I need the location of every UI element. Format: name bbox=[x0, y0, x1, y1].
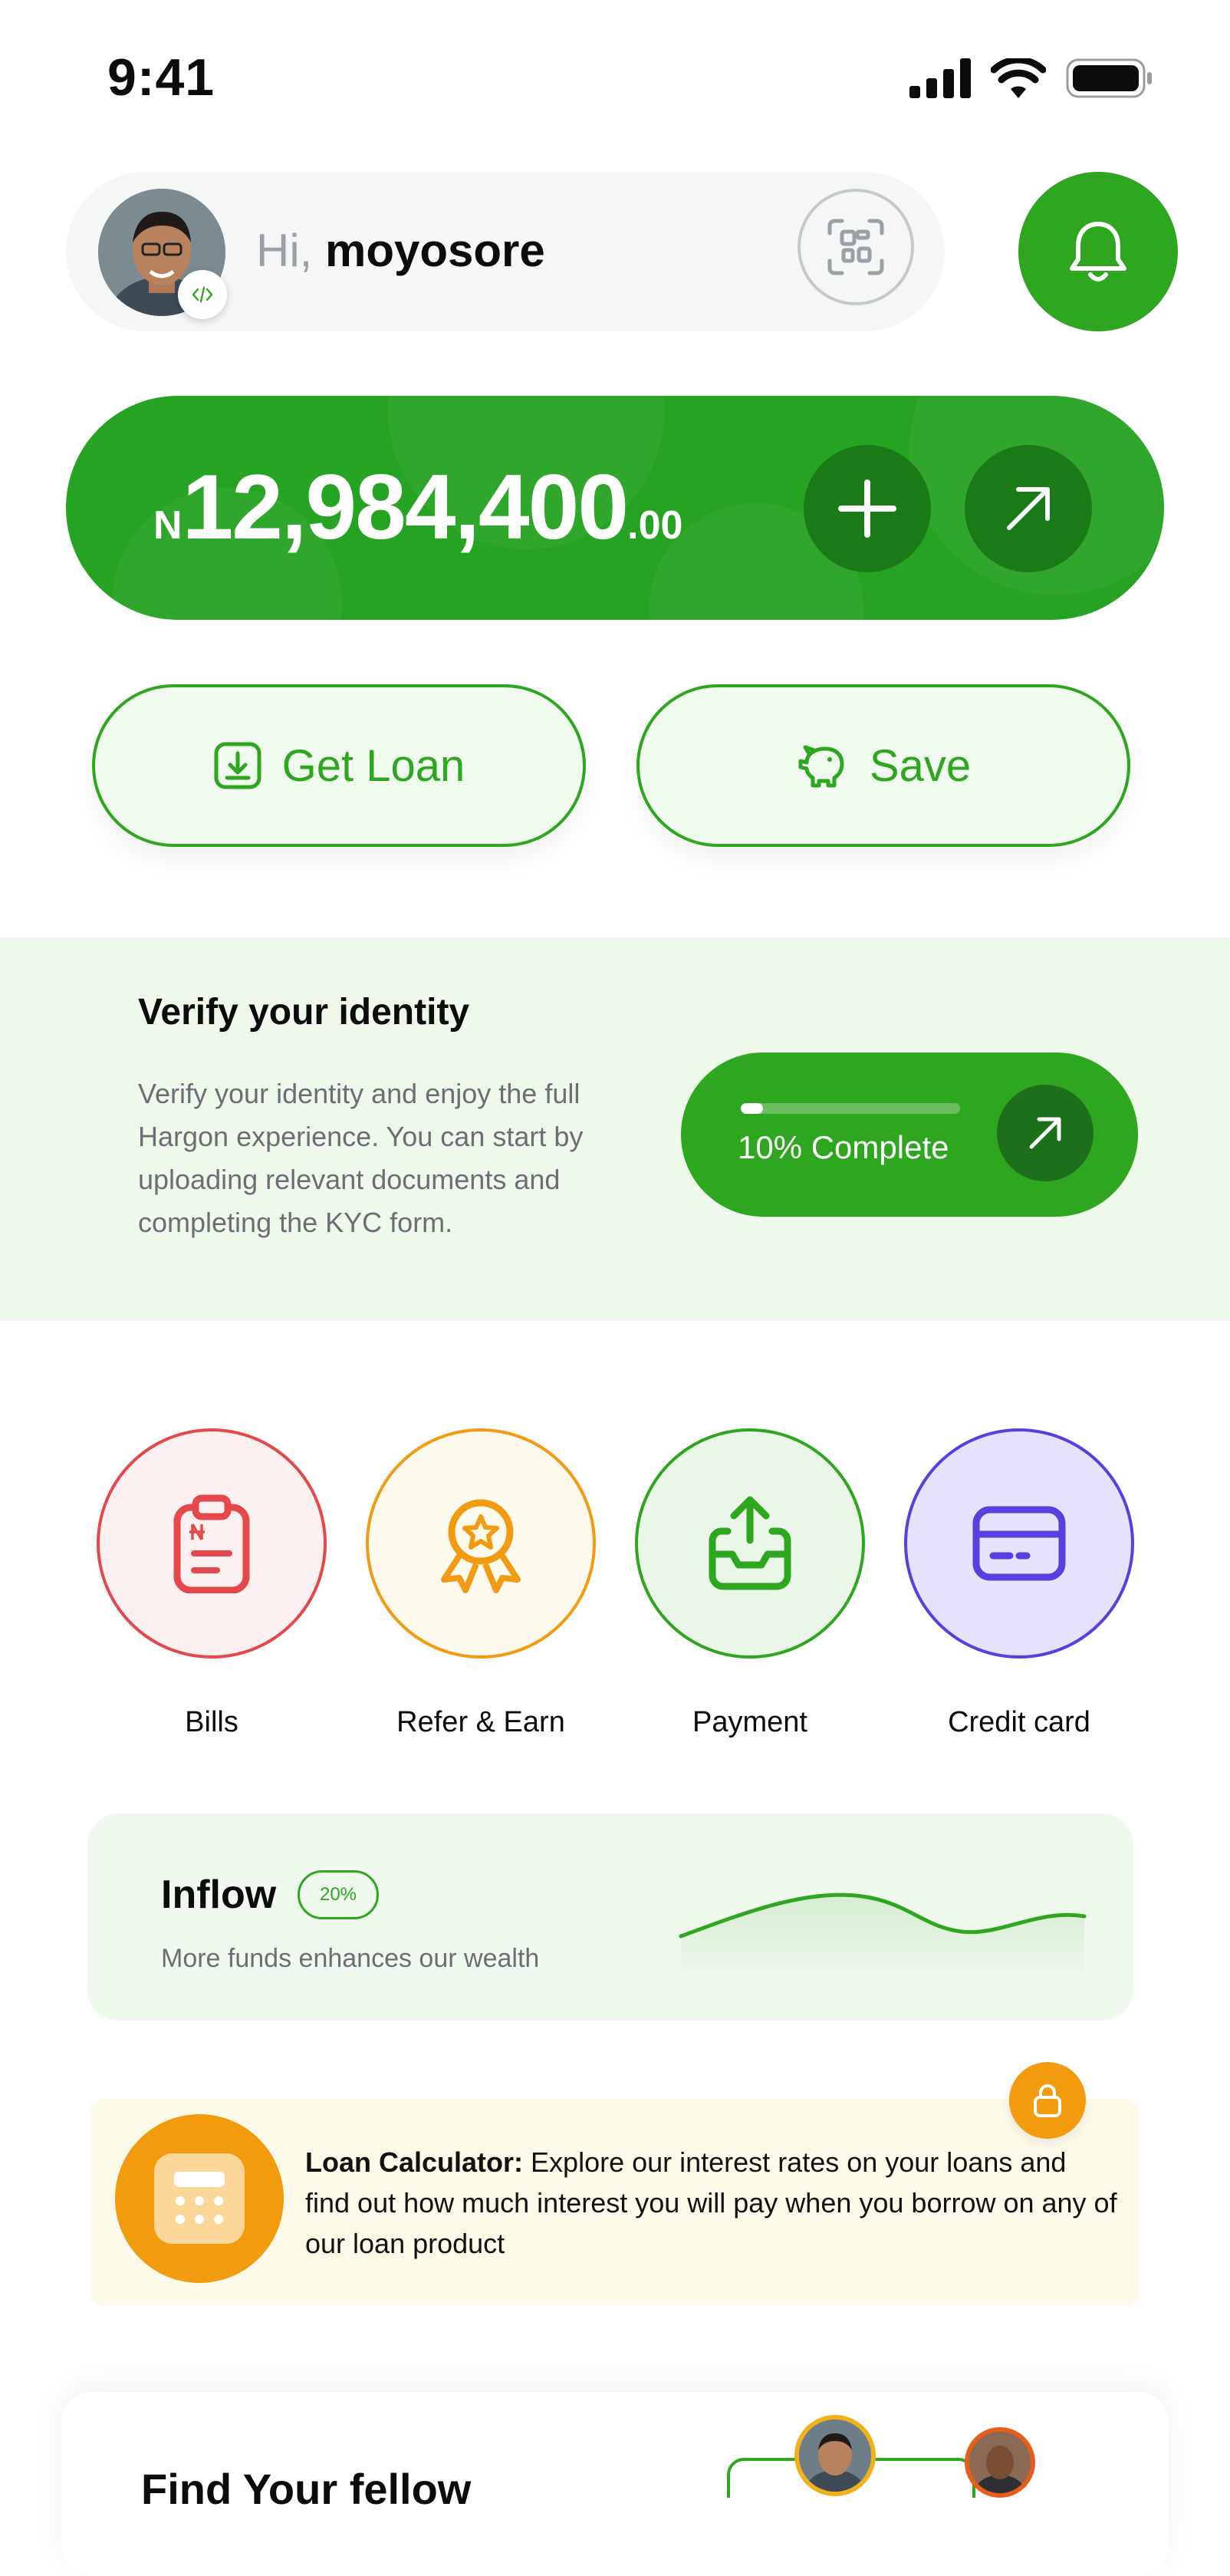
cellular-signal-icon bbox=[909, 58, 971, 98]
credit-card-icon bbox=[972, 1506, 1066, 1581]
greeting-prefix: Hi, bbox=[256, 225, 313, 276]
qr-scan-button[interactable] bbox=[798, 189, 914, 305]
inflow-subtitle: More funds enhances our wealth bbox=[161, 1944, 540, 1973]
credit-card-button[interactable] bbox=[904, 1428, 1134, 1659]
fellow-avatar[interactable] bbox=[965, 2427, 1035, 2498]
lock-icon bbox=[1034, 2084, 1061, 2117]
get-loan-button[interactable]: Get Loan bbox=[92, 684, 586, 847]
lock-badge bbox=[1009, 2062, 1086, 2139]
plus-icon bbox=[838, 479, 896, 538]
save-label: Save bbox=[869, 740, 972, 791]
calculator-icon bbox=[154, 2153, 245, 2244]
send-money-button[interactable] bbox=[965, 445, 1092, 572]
verify-progress-label: 10% Complete bbox=[738, 1129, 949, 1165]
balance-currency: N bbox=[153, 503, 183, 548]
loan-calculator-text: Loan Calculator: Explore our interest ra… bbox=[305, 2142, 1118, 2264]
add-money-button[interactable] bbox=[804, 445, 931, 572]
calculator-icon-wrap bbox=[115, 2114, 284, 2283]
code-badge bbox=[178, 270, 227, 319]
save-button[interactable]: Save bbox=[636, 684, 1130, 847]
fellow-avatar[interactable] bbox=[794, 2415, 876, 2496]
greeting-text: Hi, moyosore bbox=[256, 224, 545, 277]
piggy-bank-icon bbox=[798, 745, 844, 788]
inflow-title: Inflow bbox=[161, 1873, 277, 1917]
wifi-icon bbox=[991, 58, 1046, 98]
payment-label: Payment bbox=[692, 1706, 807, 1738]
tray-upload-icon bbox=[709, 1496, 791, 1590]
arrow-up-right-icon bbox=[1007, 487, 1050, 530]
inflow-badge: 20% bbox=[298, 1870, 379, 1919]
balance-decimals: .00 bbox=[627, 503, 683, 548]
balance-main: 12,984,400 bbox=[182, 456, 630, 558]
download-box-icon bbox=[214, 742, 261, 789]
refer-earn-label: Refer & Earn bbox=[396, 1706, 565, 1738]
notifications-button[interactable] bbox=[1018, 172, 1178, 331]
clipboard-naira-icon bbox=[173, 1494, 250, 1593]
bell-icon bbox=[1070, 222, 1126, 282]
battery-icon bbox=[1066, 58, 1152, 98]
verify-progress-bar bbox=[741, 1103, 960, 1114]
payment-button[interactable] bbox=[635, 1428, 865, 1659]
qr-scan-icon bbox=[827, 219, 884, 275]
bills-button[interactable] bbox=[97, 1428, 327, 1659]
credit-card-label: Credit card bbox=[948, 1706, 1090, 1738]
loan-calculator-title: Loan Calculator: bbox=[305, 2146, 524, 2178]
bills-label: Bills bbox=[185, 1706, 238, 1738]
balance-amount: N12,984,400.00 bbox=[153, 454, 682, 560]
username: moyosore bbox=[325, 225, 545, 276]
verify-title: Verify your identity bbox=[138, 992, 470, 1033]
status-time: 9:41 bbox=[107, 48, 215, 107]
inflow-sparkline bbox=[679, 1892, 1087, 1981]
refer-earn-button[interactable] bbox=[366, 1428, 596, 1659]
find-fellow-title: Find Your fellow bbox=[141, 2465, 472, 2513]
verify-description: Verify your identity and enjoy the full … bbox=[138, 1078, 584, 1238]
award-ribbon-icon bbox=[441, 1499, 521, 1593]
status-icons bbox=[909, 58, 1153, 98]
code-icon bbox=[192, 286, 213, 303]
arrow-up-right-icon bbox=[1029, 1117, 1061, 1149]
verify-progress-fill bbox=[741, 1103, 763, 1114]
verify-go-button[interactable] bbox=[997, 1085, 1094, 1181]
get-loan-label: Get Loan bbox=[281, 740, 465, 791]
